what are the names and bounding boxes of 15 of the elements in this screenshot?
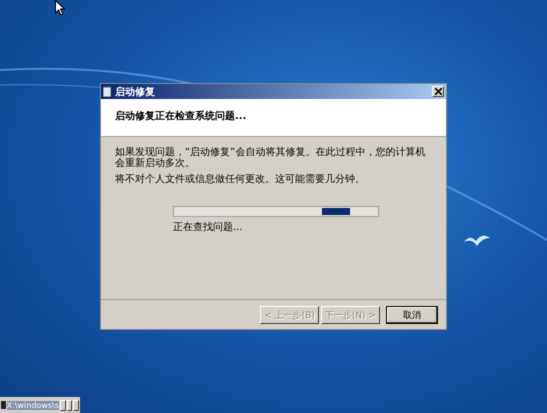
mouse-pointer-icon bbox=[55, 0, 65, 16]
close-button[interactable] bbox=[432, 86, 444, 97]
close-button[interactable] bbox=[73, 400, 79, 410]
description-text: 如果发现问题，“启动修复”会自动将其修复。在此过程中，您的计算机会重新启动多次。 bbox=[115, 147, 426, 169]
minimize-button[interactable] bbox=[60, 400, 66, 410]
dialog-button[interactable]: 取消 bbox=[386, 306, 438, 324]
console-icon bbox=[1, 401, 6, 409]
description-text: 将不对个人文件或信息做任何更改。这可能需要几分钟。 bbox=[115, 174, 366, 185]
close-icon bbox=[434, 88, 442, 95]
restore-button[interactable] bbox=[66, 400, 72, 410]
window-title: X:\windows\s bbox=[6, 400, 59, 410]
status-text: 正在查找问题... bbox=[173, 220, 244, 234]
dialog-heading: 启动修复正在检查系统问题... bbox=[115, 111, 246, 122]
window-title: 启动修复 bbox=[115, 85, 156, 98]
window-icon bbox=[103, 86, 112, 97]
